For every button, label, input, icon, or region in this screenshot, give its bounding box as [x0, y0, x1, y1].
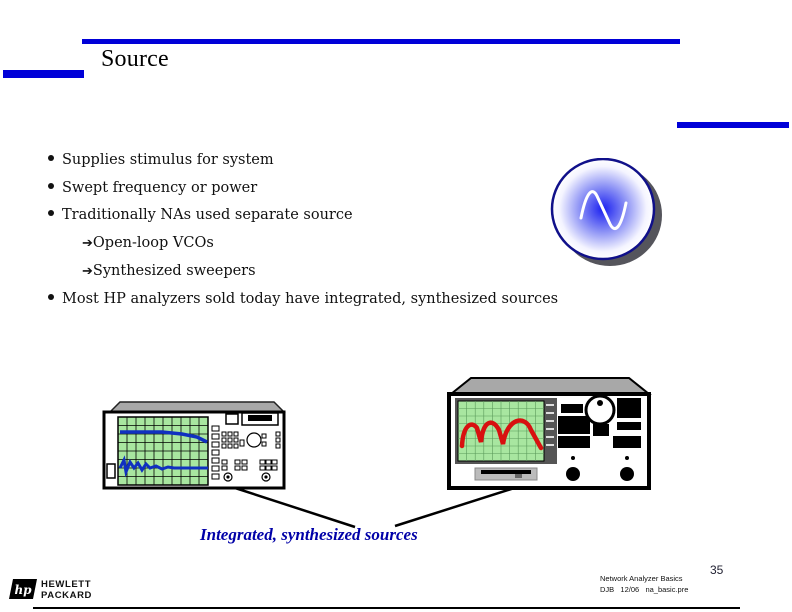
port-indicator-2 — [625, 456, 629, 460]
port-connector-1-center — [226, 475, 230, 479]
floppy-eject — [515, 474, 522, 478]
display-window-small — [225, 413, 239, 425]
hp-logo-text: hp — [14, 583, 32, 597]
port-connector-2-center — [264, 475, 268, 479]
course-info: DJB 12/06 na_basic.pre — [600, 585, 689, 594]
connector-line-left — [231, 485, 356, 529]
control-block-5 — [617, 422, 641, 430]
power-switch — [106, 463, 116, 479]
course-title: Network Analyzer Basics — [600, 574, 683, 583]
control-block-3 — [558, 436, 590, 448]
display-window-fill — [248, 415, 272, 421]
network-analyzer-right — [447, 377, 652, 490]
control-block-1 — [561, 404, 583, 413]
port-connector-1 — [566, 467, 580, 481]
footer-rule — [33, 607, 740, 609]
control-block-6 — [613, 436, 641, 448]
port-indicator-1 — [571, 456, 575, 460]
illustration-caption: Integrated, synthesized sources — [200, 525, 418, 544]
page-number: 35 — [710, 563, 724, 577]
network-analyzer-left — [102, 401, 286, 490]
company-name-line1: HEWLETT — [41, 579, 92, 590]
rotary-knob-dot — [597, 400, 603, 406]
connector-lines — [231, 481, 531, 529]
floppy-slot — [481, 470, 531, 474]
softkey-column — [211, 425, 220, 480]
control-block-4 — [593, 424, 609, 436]
cabinet-top — [448, 377, 652, 395]
control-block-2 — [558, 416, 590, 434]
company-name-line2: PACKARD — [41, 590, 92, 601]
rotary-knob — [246, 432, 262, 448]
port-connector-2 — [620, 467, 634, 481]
hp-logo-icon: hp — [9, 579, 37, 599]
keypad-block — [617, 398, 641, 418]
